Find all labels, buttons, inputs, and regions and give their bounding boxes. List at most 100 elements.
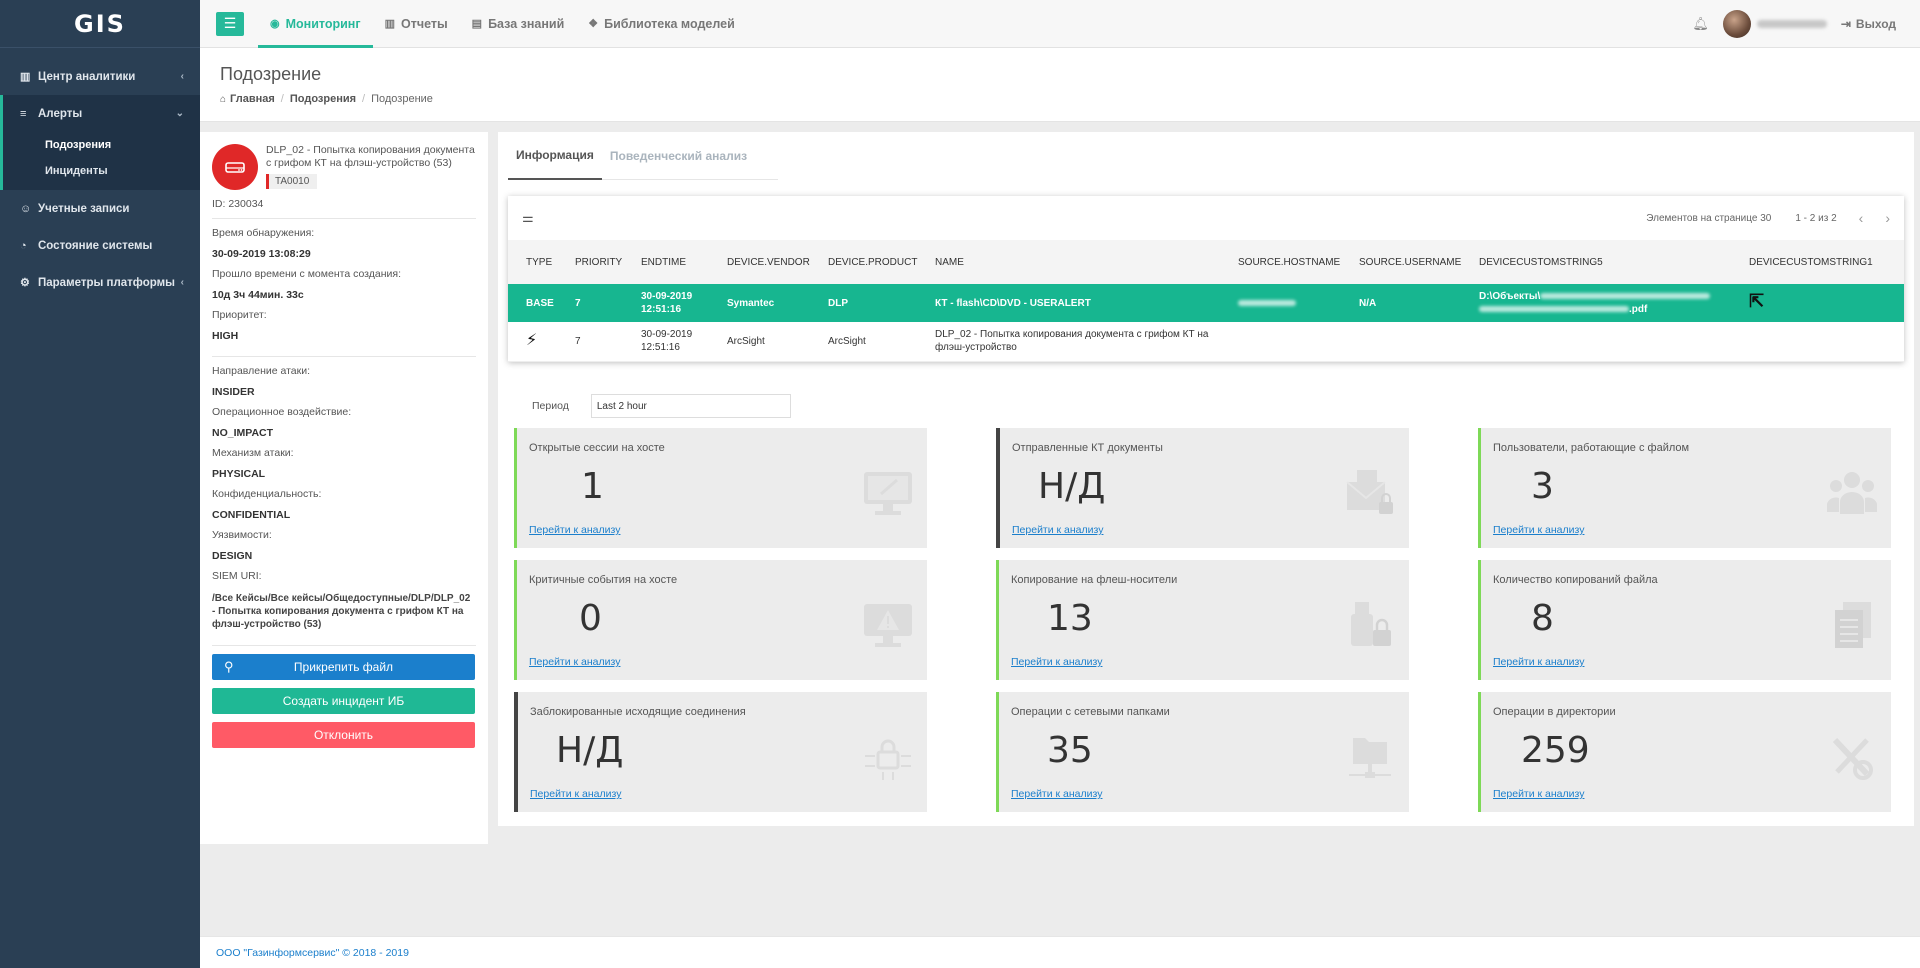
stat-tile: Операции с сетевыми папками 35 Перейти к… — [996, 692, 1409, 812]
attack-direction: INSIDER — [212, 386, 255, 398]
field-label: Конфиденциальность: — [212, 488, 322, 500]
vulnerabilities: DESIGN — [212, 550, 253, 562]
external-link-icon[interactable]: ⇱ — [1749, 291, 1764, 311]
sidebar-group-alerts: ≡ Алерты ⌄ Подозрения Инциденты — [0, 95, 200, 190]
sidebar-subitem-suspicions[interactable]: Подозрения — [3, 132, 200, 158]
tools-icon — [1832, 737, 1873, 780]
confidentiality: CONFIDENTIAL — [212, 509, 291, 521]
sidebar-subitem-incidents[interactable]: Инциденты — [3, 158, 200, 184]
sidebar-item-accounts[interactable]: ☺ Учетные записи — [0, 190, 200, 227]
stat-tile: Открытые сессии на хосте 1 Перейти к ана… — [514, 428, 927, 548]
chevron-left-icon: ‹ — [180, 277, 184, 288]
analysis-link[interactable]: Перейти к анализу — [1012, 524, 1103, 536]
analysis-link[interactable]: Перейти к анализу — [530, 788, 621, 800]
field-label: Направление атаки: — [212, 365, 311, 377]
analysis-link[interactable]: Перейти к анализу — [1493, 788, 1584, 800]
gears-icon: ⚙ — [20, 277, 30, 289]
sidebar-item-system-status[interactable]: ◔ Состояние системы — [0, 227, 200, 264]
sidebar-item-analytics[interactable]: ▥ Центр аналитики ‹ — [0, 58, 200, 95]
tactic-tag[interactable]: TA0010 — [266, 174, 318, 189]
tab-model-library[interactable]: ❖ Библиотека моделей — [576, 0, 747, 48]
stat-tile: Отправленные КТ документы Н/Д Перейти к … — [996, 428, 1409, 548]
sidebar-item-platform-settings[interactable]: ⚙ Параметры платформы ‹ — [0, 264, 200, 301]
tab-knowledge-base[interactable]: ▤ База знаний — [460, 0, 577, 48]
field-label: Уязвимости: — [212, 529, 272, 541]
column-header[interactable]: DEVICECUSTOMSTRING1 — [1731, 240, 1904, 284]
tab-behavior-analysis[interactable]: Поведенческий анализ — [602, 132, 755, 180]
column-header[interactable]: NAME — [917, 240, 1220, 284]
app-logo[interactable]: GIS — [0, 0, 200, 48]
create-incident-button[interactable]: Создать инцидент ИБ — [212, 688, 475, 714]
footer: ООО "Газинформсервис" © 2018 - 2019 — [200, 936, 1920, 968]
next-page-icon[interactable]: › — [1885, 210, 1890, 226]
column-header[interactable]: DEVICE.PRODUCT — [810, 240, 917, 284]
analysis-link[interactable]: Перейти к анализу — [1011, 788, 1102, 800]
book-icon: ▤ — [471, 18, 483, 30]
period-filter: Период — [532, 394, 791, 418]
monitor-icon — [864, 472, 912, 515]
network-lock-icon — [865, 739, 911, 780]
avatar[interactable] — [1722, 9, 1751, 38]
main-content: Информация Поведенческий анализ ⚌ Элемен… — [498, 132, 1914, 826]
page-range: 1 - 2 из 2 — [1795, 212, 1837, 224]
copyright-text: ООО "Газинформсервис" © 2018 - 2019 — [216, 946, 409, 959]
reject-button[interactable]: Отклонить — [212, 722, 475, 748]
username-redacted[interactable] — [1756, 19, 1827, 28]
sign-out-icon: ⇥ — [1840, 16, 1851, 31]
breadcrumb-home[interactable]: Главная — [230, 93, 275, 105]
stat-tile: Пользователи, работающие с файлом 3 Пере… — [1478, 428, 1891, 548]
analysis-link[interactable]: Перейти к анализу — [1493, 656, 1584, 668]
attach-file-button[interactable]: ⚲ Прикрепить файл — [212, 654, 475, 680]
paperclip-icon: ⚲ — [224, 659, 234, 674]
tab-reports[interactable]: ▥ Отчеты — [373, 0, 460, 48]
field-label: Прошло времени с момента создания: — [212, 268, 401, 280]
analysis-link[interactable]: Перейти к анализу — [529, 524, 620, 536]
filter-settings-icon[interactable]: ⚌ — [522, 210, 534, 226]
breadcrumb-current: Подозрение — [371, 93, 433, 105]
column-header[interactable]: PRIORITY — [557, 240, 623, 284]
page-size-label[interactable]: Элементов на странице 30 — [1646, 213, 1771, 224]
stat-tile: Заблокированные исходящие соединения Н/Д… — [514, 692, 927, 812]
divider — [212, 645, 476, 646]
elapsed-time: 10д 3ч 44мин. 33с — [212, 289, 304, 301]
divider — [212, 356, 476, 357]
tab-monitoring[interactable]: ◉ Мониторинг — [258, 0, 373, 48]
hostname-redacted — [1238, 299, 1296, 306]
siem-uri: /Все Кейсы/Все кейсы/Общедоступные/DLP/D… — [212, 593, 471, 630]
events-table: TYPE PRIORITY ENDTIME DEVICE.VENDOR DEVI… — [508, 240, 1904, 362]
alert-severity-badge — [212, 144, 258, 190]
field-label: Приоритет: — [212, 309, 267, 321]
chart-icon: ▥ — [20, 71, 31, 83]
operational-impact: NO_IMPACT — [212, 427, 274, 439]
dashboard-icon: ◔ — [20, 239, 27, 252]
network-folder-icon — [1349, 738, 1391, 778]
column-header[interactable]: DEVICE.VENDOR — [709, 240, 810, 284]
menu-toggle-button[interactable]: ☰ — [216, 11, 244, 36]
analysis-link[interactable]: Перейти к анализу — [1493, 524, 1584, 536]
column-header[interactable]: SOURCE.USERNAME — [1341, 240, 1461, 284]
column-header[interactable]: TYPE — [508, 240, 557, 284]
logout-button[interactable]: ⇥ Выход — [1841, 17, 1896, 31]
column-header[interactable]: DEVICECUSTOMSTRING5 — [1461, 240, 1731, 284]
analysis-link[interactable]: Перейти к анализу — [1011, 656, 1102, 668]
table-row[interactable]: BASE 7 30-09-2019 12:51:16 Symantec DLP К… — [508, 284, 1904, 322]
stat-tile: Операции в директории 259 Перейти к анал… — [1478, 692, 1891, 812]
column-header[interactable]: ENDTIME — [623, 240, 709, 284]
events-grid: ⚌ Элементов на странице 30 1 - 2 из 2 ‹ … — [508, 196, 1904, 362]
page-title: Подозрение — [220, 64, 322, 84]
table-row[interactable]: ⚡︎ 7 30-09-2019 12:51:16 ArcSight ArcSigh… — [508, 322, 1904, 362]
column-header[interactable]: SOURCE.HOSTNAME — [1220, 240, 1341, 284]
field-label: Операционное воздействие: — [212, 406, 352, 418]
tab-information[interactable]: Информация — [508, 132, 602, 180]
breadcrumb-suspicions[interactable]: Подозрения — [290, 93, 356, 105]
chevron-down-icon: ⌄ — [175, 108, 184, 119]
alert-name: DLP_02 - Попытка копирования документа с… — [266, 144, 475, 169]
stat-tile: Копирование на флеш-носители 13 Перейти … — [996, 560, 1409, 680]
prev-page-icon[interactable]: ‹ — [1859, 210, 1864, 226]
bell-icon[interactable]: 🔔︎ — [1692, 16, 1709, 32]
cubes-icon: ❖ — [588, 18, 599, 30]
period-input[interactable] — [590, 394, 791, 418]
analysis-link[interactable]: Перейти к анализу — [529, 656, 620, 668]
sidebar-item-alerts[interactable]: ≡ Алерты ⌄ — [3, 95, 200, 132]
chevron-left-icon: ‹ — [180, 71, 184, 82]
